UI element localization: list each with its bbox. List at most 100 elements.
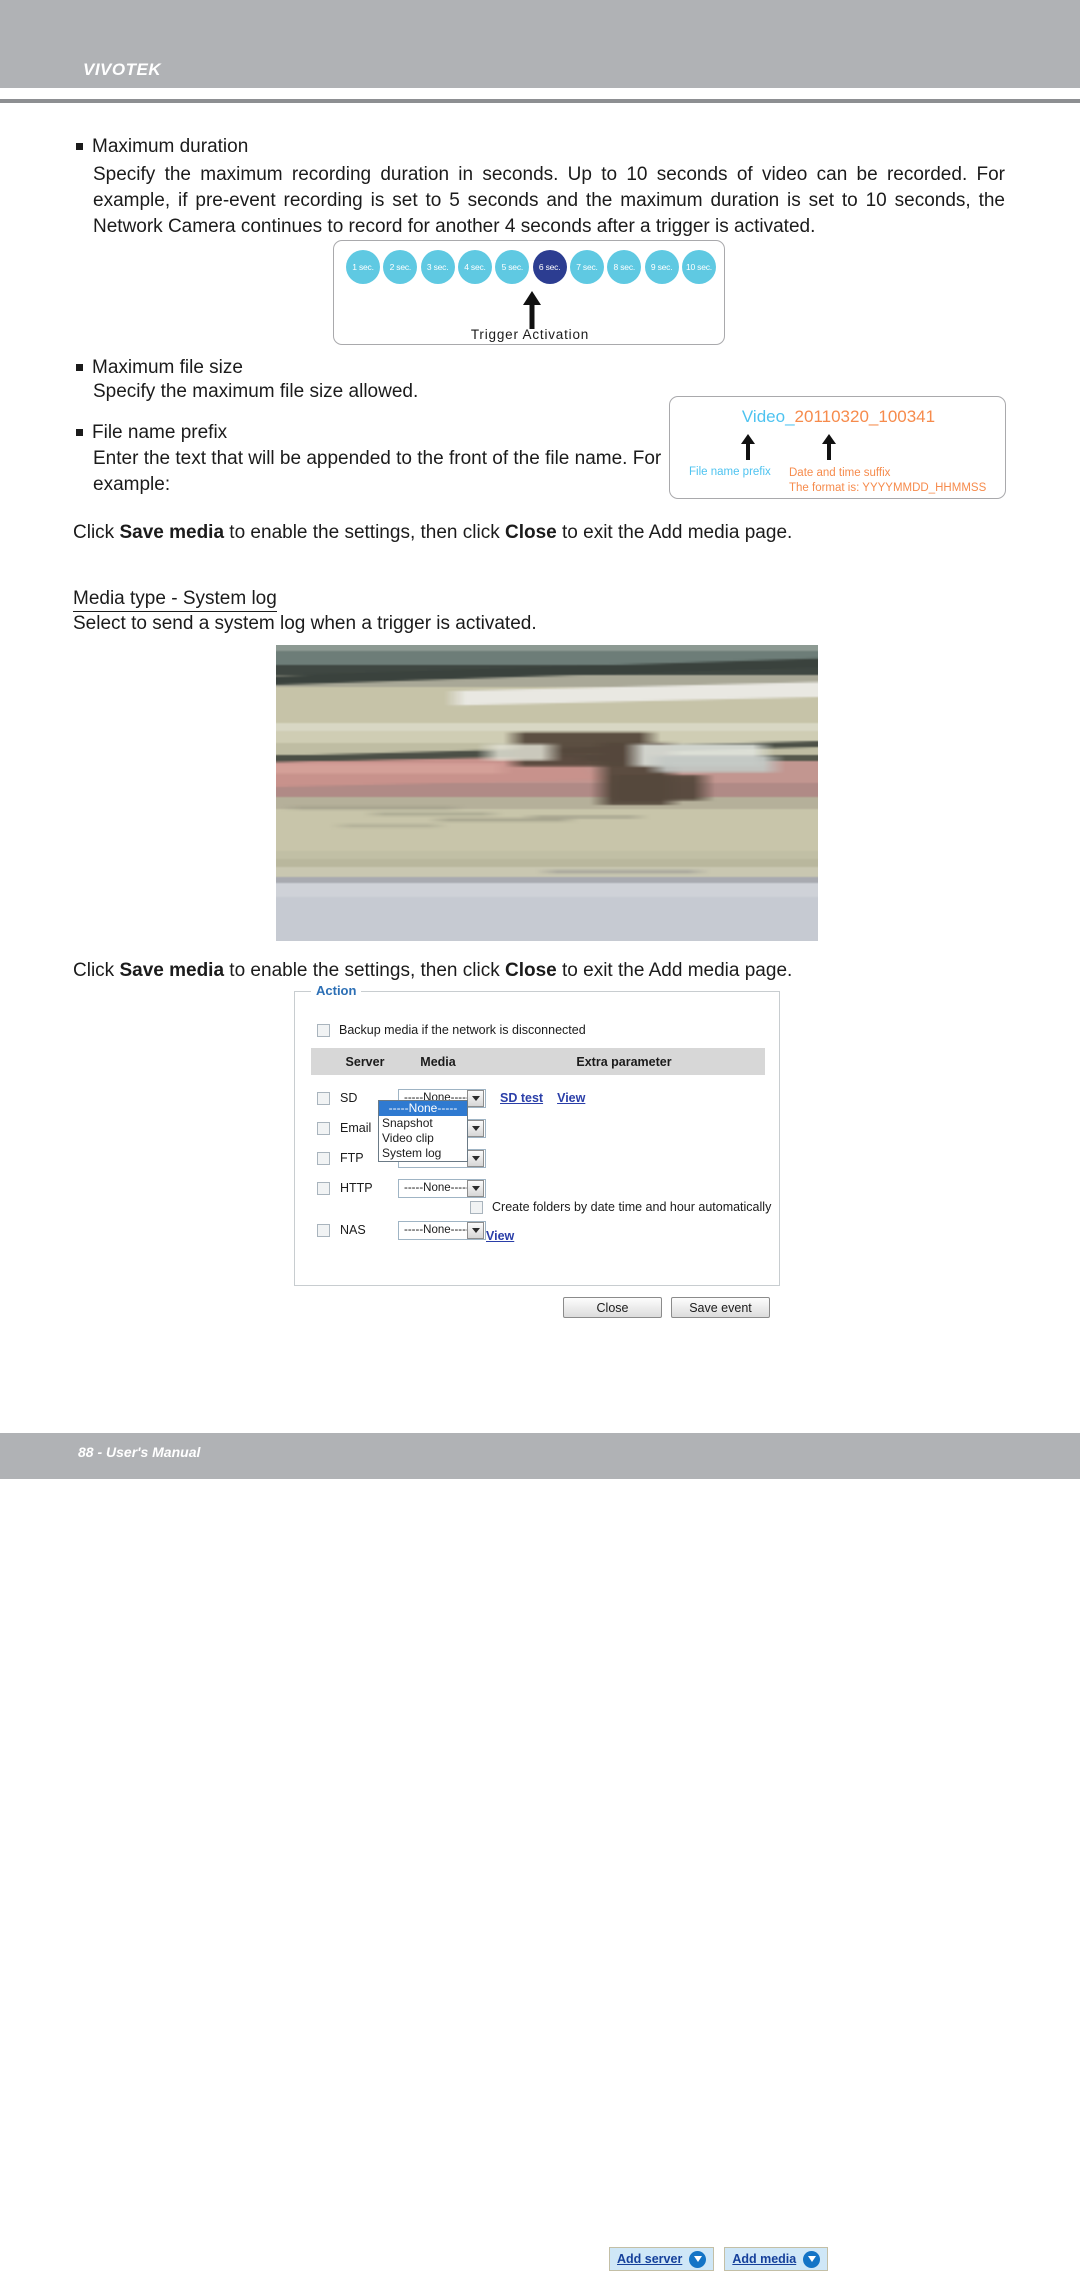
chevron-down-icon[interactable]	[467, 1119, 484, 1137]
create-folders-label: Create folders by date time and hour aut…	[492, 1200, 772, 1214]
close-button[interactable]: Close	[563, 1297, 662, 1318]
nas-media-value: -----None-----	[404, 1224, 467, 1236]
instr2-bold-save-media: Save media	[119, 960, 225, 981]
bullet-square-icon	[76, 429, 83, 436]
file-name-prefix-text: Video_	[741, 407, 795, 426]
timeline-circle-10: 10 sec.	[681, 250, 716, 284]
ftp-checkbox[interactable]	[317, 1151, 330, 1165]
media-type-system-log-heading: Media type - System log	[73, 588, 277, 612]
prefix-up-arrow-icon	[741, 434, 755, 460]
dialog-buttons-group: Close Save event	[563, 1297, 770, 1318]
paragraph-maximum-duration: Specify the maximum recording duration i…	[93, 164, 1005, 237]
snapshot-canvas	[276, 645, 818, 941]
timeline-circle-7: 7 sec.	[569, 250, 604, 284]
chevron-down-circle-icon	[689, 2250, 707, 2268]
add-media-button[interactable]: Add media	[724, 2247, 829, 2271]
action-panel: Action Backup media if the network is di…	[294, 983, 829, 2271]
heading-file-name-prefix-label: File name prefix	[92, 422, 228, 443]
action-table-header-row: Server Media Extra parameter	[311, 1048, 765, 1075]
file-name-prefix-annotation: File name prefix	[689, 466, 771, 478]
instr1-post: to exit the Add media page.	[556, 522, 793, 543]
chevron-down-icon[interactable]	[467, 1089, 484, 1107]
timeline-circle-8: 8 sec.	[607, 250, 642, 284]
timeline-circle-1: 1 sec.	[346, 250, 380, 284]
instr1-mid: to enable the settings, then click	[224, 522, 505, 543]
chevron-down-icon[interactable]	[467, 1221, 484, 1239]
create-folders-checkbox[interactable]	[470, 1200, 483, 1214]
timeline-circle-9: 9 sec.	[644, 250, 679, 284]
backup-media-label: Backup media if the network is disconnec…	[339, 1023, 586, 1037]
media-option-system-log[interactable]: System log	[379, 1146, 467, 1161]
heading-maximum-duration-label: Maximum duration	[92, 136, 249, 157]
media-option-snapshot[interactable]: Snapshot	[379, 1116, 467, 1131]
bullet-square-icon	[76, 364, 83, 371]
suffix-annotation-line1: Date and time suffix	[789, 467, 891, 479]
http-media-value: -----None-----	[404, 1182, 467, 1194]
table-header-media: Media	[420, 1054, 456, 1069]
instr2-mid: to enable the settings, then click	[224, 960, 505, 981]
add-buttons-group: Add server Add media	[609, 2247, 829, 2271]
http-server-label: HTTP	[340, 1181, 373, 1195]
vivotek-logo: VIVOTEK	[83, 60, 162, 79]
action-server-table: Server Media Extra parameter	[311, 1048, 765, 1075]
timeline-circle-5: 5 sec.	[495, 250, 530, 284]
heading-maximum-file-size-label: Maximum file size	[92, 357, 243, 378]
paragraph-maximum-file-size: Specify the maximum file size allowed.	[93, 381, 419, 402]
save-event-button[interactable]: Save event	[671, 1297, 770, 1318]
timeline-circle-3: 3 sec.	[420, 250, 455, 284]
add-media-label: Add media	[732, 2252, 797, 2266]
suffix-up-arrow-icon	[822, 434, 836, 460]
http-checkbox[interactable]	[317, 1181, 330, 1195]
add-server-label: Add server	[617, 2252, 683, 2266]
instruction-save-media-1: Click Save media to enable the settings,…	[73, 520, 973, 546]
instr1-bold-save-media: Save media	[119, 522, 225, 543]
media-option-none[interactable]: -----None-----	[379, 1101, 467, 1116]
timeline-circle-6-active: 6 sec.	[532, 250, 567, 284]
instruction-save-media-2: Click Save media to enable the settings,…	[73, 958, 973, 984]
sd-test-link[interactable]: SD test	[500, 1091, 543, 1105]
media-dropdown-open-list[interactable]: -----None----- Snapshot Video clip Syste…	[378, 1100, 468, 1162]
suffix-annotation-line2: The format is: YYYYMMDD_HHMMSS	[789, 482, 987, 494]
heading-maximum-file-size: Maximum file size	[76, 357, 243, 379]
sd-checkbox[interactable]	[317, 1091, 330, 1105]
backup-media-checkbox[interactable]	[317, 1023, 330, 1037]
instr2-pre: Click	[73, 960, 120, 981]
file-name-sample: Video_20110320_100341	[670, 407, 1007, 427]
camera-snapshot-image	[276, 645, 818, 941]
timeline-circle-2: 2 sec.	[383, 250, 418, 284]
email-checkbox[interactable]	[317, 1121, 330, 1135]
nas-server-label: NAS	[340, 1223, 366, 1237]
footer-page-label: 88 - User's Manual	[78, 1444, 201, 1460]
instr1-bold-close: Close	[504, 522, 557, 543]
timeline-circle-4: 4 sec.	[457, 250, 492, 284]
trigger-timeline-diagram: 1 sec. 2 sec. 3 sec. 4 sec. 5 sec. 6 sec…	[333, 240, 725, 345]
page-header-band	[0, 0, 1080, 88]
chevron-down-icon[interactable]	[467, 1149, 484, 1167]
instr2-bold-close: Close	[504, 960, 557, 981]
header-divider-rule	[0, 99, 1080, 103]
file-name-suffix-annotation: Date and time suffix The format is: YYYY…	[789, 466, 986, 496]
media-option-video-clip[interactable]: Video clip	[379, 1131, 467, 1146]
add-server-button[interactable]: Add server	[609, 2247, 715, 2271]
table-row-http: HTTP -----None-----	[311, 1177, 486, 1199]
http-media-dropdown[interactable]: -----None-----	[398, 1178, 486, 1198]
table-header-extra-parameter: Extra parameter	[576, 1054, 672, 1069]
bullet-square-icon	[76, 143, 83, 150]
sd-view-link[interactable]: View	[557, 1091, 585, 1105]
nas-view-link[interactable]: View	[486, 1229, 514, 1243]
timeline-seconds-row: 1 sec. 2 sec. 3 sec. 4 sec. 5 sec. 6 sec…	[346, 250, 716, 284]
action-panel-legend: Action	[311, 983, 362, 998]
heading-file-name-prefix: File name prefix	[76, 422, 227, 444]
nas-checkbox[interactable]	[317, 1223, 330, 1237]
nas-create-folders-row[interactable]: Create folders by date time and hour aut…	[470, 1200, 771, 1214]
nas-media-dropdown[interactable]: -----None-----	[398, 1220, 486, 1240]
instr2-post: to exit the Add media page.	[556, 960, 793, 981]
trigger-activation-label: Trigger Activation	[470, 327, 590, 342]
heading-maximum-duration: Maximum duration	[76, 136, 248, 158]
trigger-up-arrow-icon	[523, 291, 541, 329]
chevron-down-icon[interactable]	[467, 1179, 484, 1197]
backup-media-row[interactable]: Backup media if the network is disconnec…	[317, 1023, 586, 1037]
paragraph-file-name-prefix: Enter the text that will be appended to …	[93, 448, 662, 495]
instr1-pre: Click	[73, 522, 120, 543]
file-name-suffix-text: 20110320_100341	[794, 407, 936, 426]
